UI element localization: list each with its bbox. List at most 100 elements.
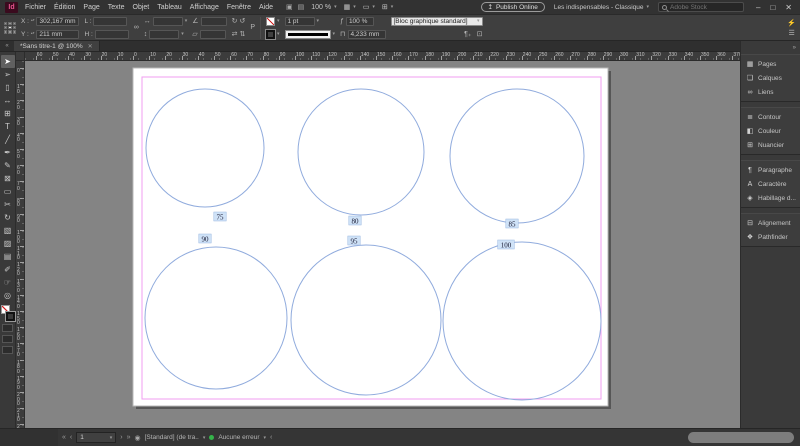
constrain-proportions-icon[interactable]: ∞ — [134, 23, 139, 32]
horizontal-ruler[interactable]: 60 50 40 30 20 10 0 10 20 30 40 50 60 70 80 90 100 110 120… — [25, 52, 740, 61]
menu-texte[interactable]: Texte — [108, 4, 125, 11]
next-page-button[interactable]: › — [120, 434, 122, 441]
menu-page[interactable]: Page — [83, 4, 99, 11]
corner-options-icon[interactable]: ⊓ — [340, 30, 345, 39]
apply-color-button[interactable] — [2, 324, 13, 332]
panel-button-pages[interactable]: ▦ Pages — [741, 57, 800, 71]
gradient-tool[interactable]: ▧ — [1, 224, 15, 237]
reference-point-proxy[interactable] — [4, 21, 16, 34]
panel-button-nuancier[interactable]: ⊞ Nuancier — [741, 138, 800, 152]
menu-tableau[interactable]: Tableau — [157, 4, 182, 11]
panel-menu-icon[interactable]: ☰ — [789, 29, 795, 37]
menu-aide[interactable]: Aide — [259, 4, 273, 11]
panel-button-couleur[interactable]: ◧ Couleur — [741, 124, 800, 138]
stock-icon[interactable]: ▤ — [298, 3, 305, 11]
arrange-documents-dropdown[interactable]: ⊞ ▾ — [382, 3, 393, 11]
chevron-down-icon[interactable]: ▾ — [203, 435, 206, 441]
panel-button-caractere[interactable]: A Caractère — [741, 177, 800, 191]
scrollbar-thumb[interactable] — [688, 432, 794, 443]
first-page-button[interactable]: « — [62, 434, 66, 441]
rectangle-tool[interactable]: ▭ — [1, 185, 15, 198]
document-tab[interactable]: *Sans titre-1 @ 100% ✕ — [14, 41, 100, 51]
maximize-button[interactable]: □ — [770, 3, 775, 12]
flip-vertical-icon[interactable]: ⇅ — [239, 30, 245, 39]
stepper-icon[interactable]: ▴▾ — [31, 19, 35, 23]
workspace-switcher[interactable]: Les indispensables - Classique ▾ — [554, 4, 649, 11]
eyedropper-tool[interactable]: ✐ — [1, 263, 15, 276]
zoom-tool[interactable]: ◎ — [1, 289, 15, 302]
menu-fichier[interactable]: Fichier — [25, 4, 46, 11]
collapse-toolbar-icon[interactable]: « — [0, 41, 14, 51]
object-style-dropdown[interactable]: [Bloc graphique standard] ▾ — [390, 16, 483, 26]
chevron-down-icon[interactable]: ▾ — [277, 18, 280, 24]
page-number-dropdown[interactable]: 1 ▾ — [76, 432, 117, 443]
shear-angle-field[interactable] — [199, 29, 226, 39]
bridge-icon[interactable]: ▣ — [286, 3, 293, 11]
corner-radius-field[interactable]: 4,233 mm — [347, 29, 386, 39]
x-position-field[interactable]: 302,167 mm — [36, 16, 80, 26]
fill-swatch-none[interactable] — [266, 16, 275, 26]
rotation-angle-field[interactable] — [200, 16, 227, 26]
chevron-down-icon[interactable]: ▾ — [264, 435, 267, 441]
panel-button-paragraphe[interactable]: ¶ Paragraphe — [741, 163, 800, 177]
adobe-stock-search[interactable] — [658, 2, 744, 12]
search-input[interactable] — [670, 3, 740, 11]
zoom-level-dropdown[interactable]: 100 % ▾ — [311, 4, 336, 11]
line-tool[interactable]: ╱ — [1, 133, 15, 146]
stepper-icon[interactable]: ▴▾ — [31, 32, 35, 36]
scale-y-field[interactable] — [149, 29, 180, 39]
preflight-profile[interactable]: [Standard] (de tra.. — [145, 434, 199, 441]
chevron-down-icon[interactable]: ▾ — [181, 31, 184, 37]
rectangle-frame-tool[interactable]: ⊠ — [1, 172, 15, 185]
width-field[interactable] — [93, 16, 128, 26]
type-tool[interactable]: T — [1, 120, 15, 133]
pencil-tool[interactable]: ✎ — [1, 159, 15, 172]
opacity-field[interactable]: 100 % — [345, 16, 374, 26]
previous-page-button[interactable]: ‹ — [70, 434, 72, 441]
view-mode-button[interactable] — [2, 346, 13, 354]
panel-button-habillage[interactable]: ◈ Habillage d... — [741, 191, 800, 205]
y-position-field[interactable]: 211 mm — [36, 29, 80, 39]
selection-tool[interactable]: ➤ — [0, 55, 15, 68]
fill-stroke-swatches[interactable] — [0, 305, 16, 322]
note-tool[interactable]: ▤ — [1, 250, 15, 263]
publish-online-button[interactable]: ↥ Publish Online — [480, 2, 545, 12]
menu-dition[interactable]: Édition — [54, 4, 75, 11]
horizontal-scrollbar[interactable] — [276, 431, 796, 444]
effects-icon[interactable]: ƒ — [340, 17, 344, 26]
rotate-ccw-icon[interactable]: ↺ — [239, 17, 245, 26]
content-collector-tool[interactable]: ⊞ — [1, 107, 15, 120]
stroke-weight-field[interactable]: 1 pt — [284, 16, 315, 26]
direct-selection-tool[interactable]: ➢ — [1, 68, 15, 81]
gap-tool[interactable]: ↔ — [1, 94, 15, 107]
vertical-ruler[interactable]: 01 02 03 04 05 06 07 08 09 01 0 01 1 01 … — [16, 61, 25, 428]
stroke-type-dropdown[interactable] — [284, 29, 331, 39]
panel-button-calques[interactable]: ❏ Calques — [741, 71, 800, 85]
expand-panels-icon[interactable]: » — [793, 45, 796, 51]
last-page-button[interactable]: » — [127, 434, 131, 441]
close-tab-icon[interactable]: ✕ — [88, 43, 93, 50]
chevron-down-icon[interactable]: ▾ — [317, 18, 320, 24]
menu-objet[interactable]: Objet — [133, 4, 150, 11]
document-canvas[interactable]: 75 80 85 90 95 100 — [25, 61, 740, 428]
menu-fentre[interactable]: Fenêtre — [227, 4, 251, 11]
scissors-tool[interactable]: ✂ — [1, 198, 15, 211]
stroke-black-swatch[interactable] — [4, 311, 16, 322]
screen-mode-dropdown[interactable]: ▭ ▾ — [363, 3, 375, 11]
apply-none-button[interactable] — [2, 335, 13, 343]
panel-button-contour[interactable]: ≣ Contour — [741, 110, 800, 124]
style-options-icon[interactable]: ⊡ — [477, 30, 483, 39]
gradient-feather-tool[interactable]: ▨ — [1, 237, 15, 250]
scale-x-field[interactable] — [152, 16, 183, 26]
hand-tool[interactable]: ☞ — [1, 276, 15, 289]
minimize-button[interactable]: – — [756, 3, 760, 12]
chevron-down-icon[interactable]: ▾ — [185, 18, 188, 24]
close-button[interactable]: ✕ — [785, 3, 792, 12]
page-tool[interactable]: ▯ — [1, 81, 15, 94]
free-transform-tool[interactable]: ↻ — [1, 211, 15, 224]
pasteboard[interactable]: 75 80 85 90 95 100 — [25, 61, 740, 428]
view-options-dropdown[interactable]: ▦ ▾ — [344, 3, 356, 11]
scroll-left-arrow[interactable]: ‹ — [270, 434, 272, 441]
clear-overrides-icon[interactable]: ¶₊ — [464, 30, 471, 39]
panel-button-liens[interactable]: ∞ Liens — [741, 85, 800, 99]
